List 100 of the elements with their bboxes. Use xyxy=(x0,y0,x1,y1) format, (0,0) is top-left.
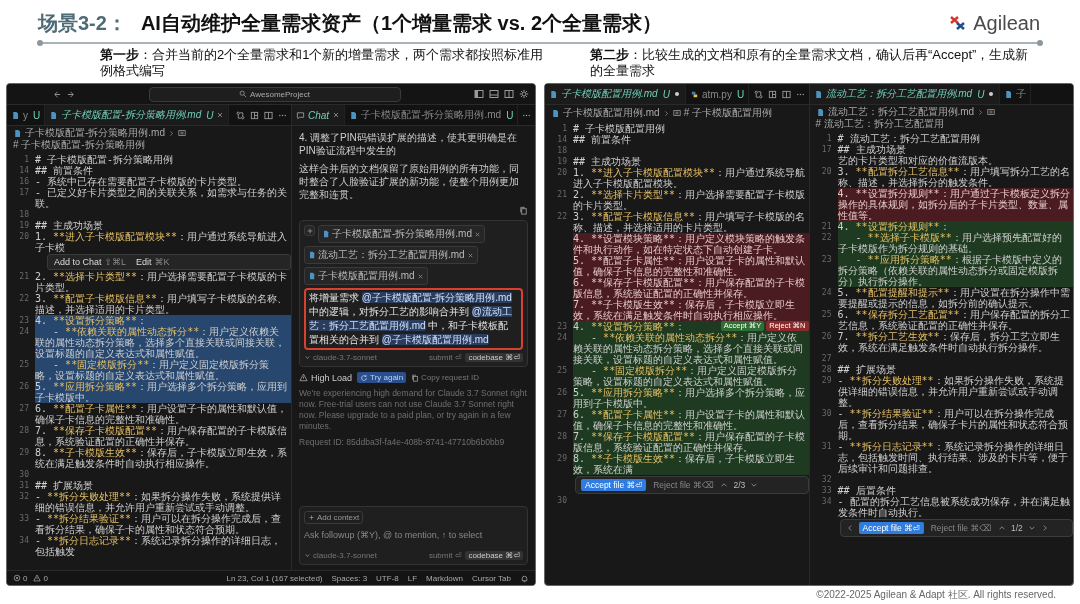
request-id: Request ID: 85ddba3f-fa4e-408b-8741-47710b6b0bb9 xyxy=(299,437,506,448)
line-number: 31 xyxy=(18,480,30,491)
reject-file-button[interactable]: Reject file ⌘⌫ xyxy=(651,479,716,491)
line-number: 18 xyxy=(18,209,30,220)
code-line: - **拆分结果验证**：用户可以在拆分操作完成后，查看拆分结果，确保子卡的属性和状态符合预期。 xyxy=(35,513,283,535)
code-line: ## 后置条件 xyxy=(837,485,896,496)
breadcrumb-item[interactable]: # 子卡模版配置-拆分策略用例 xyxy=(13,139,145,151)
line-number: 20 xyxy=(556,167,568,178)
line-number: 1 xyxy=(825,133,833,144)
status-item[interactable]: Spaces: 3 xyxy=(331,573,368,583)
code-line: - 系统中已存在需要配置子卡模版的卡片类型。 xyxy=(35,176,249,187)
model-selector[interactable]: claude-3.7-sonnet xyxy=(304,353,378,362)
prompt-field[interactable]: 将增量需求 @子卡模版配置-拆分策略用例.md 中的逻辑，对拆分工艺的影响合并到 @流动工艺：拆分工艺配置用例.md 中，和子卡模板配置相关的合并到 @子卡模版配置用例.md xyxy=(304,288,523,350)
submit-button[interactable]: submit ⏎ xyxy=(428,353,462,362)
chat-message: 这样合并后的文档保留了原始用例的所有功能，同时整合了人脸验证扩展的新功能，使整个用例更加完整和连贯。 xyxy=(299,162,520,201)
line-number: 24 xyxy=(18,326,30,337)
context-chip[interactable]: 子卡模版配置用例.md xyxy=(304,267,428,285)
error-count[interactable]: 0 xyxy=(13,573,28,583)
code-line: ## 主成功场景 xyxy=(837,144,906,155)
warning-count[interactable]: 0 xyxy=(33,573,48,583)
editor-tab[interactable]: 子 xyxy=(1000,84,1032,104)
code-line: 8. **子卡模版生效**：保存后，子卡模版立即生效，系统在满足触发条件时自动执行相应操作。 xyxy=(35,447,289,469)
breadcrumb-item[interactable]: # 子卡模版配置用例 xyxy=(683,107,772,119)
editor-tab[interactable]: 子卡模版配置-拆分策略用例.md U xyxy=(345,105,519,125)
line-number: 23 xyxy=(18,315,30,326)
line-number: 31 xyxy=(820,441,833,452)
line-number: 27 xyxy=(18,403,30,414)
reject-file-button[interactable]: Reject file ⌘⌫ xyxy=(928,522,993,534)
accept-file-button[interactable]: Accept file ⌘⏎ xyxy=(581,479,647,491)
breadcrumb-item[interactable]: 流动工艺：拆分工艺配置用例.md xyxy=(827,106,975,118)
status-item[interactable]: Markdown xyxy=(426,573,463,583)
code-line: - **拆分失败处理**：如果拆分操作失败，系统提供详细的错误信息，并允许用户重新尝试或手动调整。 xyxy=(35,491,283,513)
followup-input[interactable]: Ask followup (⌘Y), @ to mention, ↑ to select xyxy=(304,527,523,548)
code-line: 6. **保存拆分工艺配置**：用户保存配置的拆分工艺信息，系统验证配置的正确性并保存。 xyxy=(837,309,1071,331)
line-number: 27 xyxy=(556,409,568,420)
line-number: 26 xyxy=(556,387,568,398)
line-number: 28 xyxy=(556,431,568,442)
code-line: # 流动工艺：拆分工艺配置用例 xyxy=(837,133,981,144)
line-number: 28 xyxy=(820,364,833,375)
codebase-button[interactable]: codebase ⌘⏎ xyxy=(465,353,523,362)
line-number: 1 xyxy=(561,123,568,134)
submit-button[interactable]: submit ⏎ xyxy=(428,551,462,560)
code-line: 1. **进入子卡模版配置模块**：用户通过系统导航进入子卡模版配置模块。 xyxy=(573,167,807,189)
line-number: 22 xyxy=(820,232,833,243)
code-line: 2. **选择卡片类型**：用户选择需要配置子卡模版的卡片类型。 xyxy=(35,271,289,293)
breadcrumb-item[interactable]: 子卡模版配置用例.md xyxy=(563,107,660,119)
line-number: 14 xyxy=(18,165,30,176)
model-selector[interactable]: claude-3.7-sonnet xyxy=(304,551,378,560)
error-title: High Load xyxy=(299,372,353,383)
menu-item[interactable]: Edit ⌘K xyxy=(136,257,170,267)
line-number: 16 xyxy=(18,176,30,187)
line-number: 26 xyxy=(18,381,30,392)
line-number: 29 xyxy=(556,453,568,464)
slide-section-label: 场景3-2： xyxy=(38,10,127,36)
line-number: 33 xyxy=(820,485,833,496)
editor-tab[interactable]: 子卡模版配置-拆分策略用例.md U xyxy=(45,105,230,125)
code-line: - **拆分日志记录**：系统记录拆分操作的详细日志，包括触发 xyxy=(35,535,283,557)
breadcrumb-item[interactable]: # 流动工艺：拆分工艺配置用 xyxy=(815,118,944,130)
line-number: 20 xyxy=(18,231,30,242)
line-number: 17 xyxy=(18,187,30,198)
copy-request-id-button[interactable]: Copy request ID xyxy=(411,373,479,382)
line-number: 24 xyxy=(820,287,833,298)
line-number: 20 xyxy=(820,166,833,177)
line-number: 26 xyxy=(820,331,833,342)
context-chip[interactable]: 子卡模版配置-拆分策略用例.md xyxy=(318,225,485,243)
code-line: 艺的卡片类型和对应的价值流版本。 xyxy=(837,155,999,166)
line-number: 17 xyxy=(820,144,833,155)
line-number: 22 xyxy=(556,211,568,222)
status-item[interactable]: Ln 23, Col 1 (167 selected) xyxy=(226,573,323,583)
editor-tab[interactable]: 子卡模版配置用例.md U xyxy=(545,84,686,104)
editor-tab[interactable]: 流动工艺：拆分工艺配置用例.md U xyxy=(809,84,1001,104)
menu-item[interactable]: Add to Chat ⇧⌘L xyxy=(54,257,127,267)
codebase-button[interactable]: codebase ⌘⏎ xyxy=(465,551,523,560)
line-number: 29 xyxy=(820,375,833,386)
line-number: 24 xyxy=(556,332,568,343)
code-line: ## 主成功场景 xyxy=(573,156,642,167)
context-chip[interactable]: 流动工艺：拆分工艺配置用例.md xyxy=(304,246,478,264)
line-number: 30 xyxy=(820,408,833,419)
editor-tab[interactable]: Chat xyxy=(292,105,346,125)
code-line: ## 主成功场景 xyxy=(35,220,104,231)
search-field[interactable]: AwesomeProject xyxy=(148,86,401,102)
code-line: - **拆分失败处理**：如果拆分操作失败，系统提供详细的错误信息，并允许用户重新尝试或手动调整。 xyxy=(837,375,1065,408)
line-number: 25 xyxy=(18,359,30,370)
add-context-button[interactable]: Add context xyxy=(304,511,364,524)
line-number: 23 xyxy=(556,321,568,332)
line-number: 23 xyxy=(820,254,833,265)
accept-file-button[interactable]: Accept file ⌘⏎ xyxy=(858,522,924,534)
line-number: 30 xyxy=(18,469,30,480)
error-message: We're experiencing high demand for Claude 3.7 Sonnet right now. Free-trial users can not use Claude 3.7 Sonnet right now. Please upgrade to a paid plan, or try again in a few minutes. xyxy=(299,388,528,432)
code-line: ## 前置条件 xyxy=(573,134,632,145)
status-item[interactable]: Cursor Tab xyxy=(472,573,511,583)
line-number: 27 xyxy=(820,353,833,364)
editor-tab[interactable]: atm.py U xyxy=(685,84,750,104)
line-number: 19 xyxy=(18,220,30,231)
code-line: 3. **配置子卡模版信息**：用户填写子卡模版的名称、描述，并选择适用的卡片类型。 xyxy=(35,293,289,315)
status-item[interactable]: LF xyxy=(407,573,418,583)
breadcrumb-item[interactable]: 子卡模版配置-拆分策略用例.md xyxy=(25,127,165,139)
status-item[interactable]: UTF-8 xyxy=(376,573,399,583)
try-again-button[interactable]: Try again xyxy=(357,372,407,383)
line-number: 34 xyxy=(820,496,833,507)
